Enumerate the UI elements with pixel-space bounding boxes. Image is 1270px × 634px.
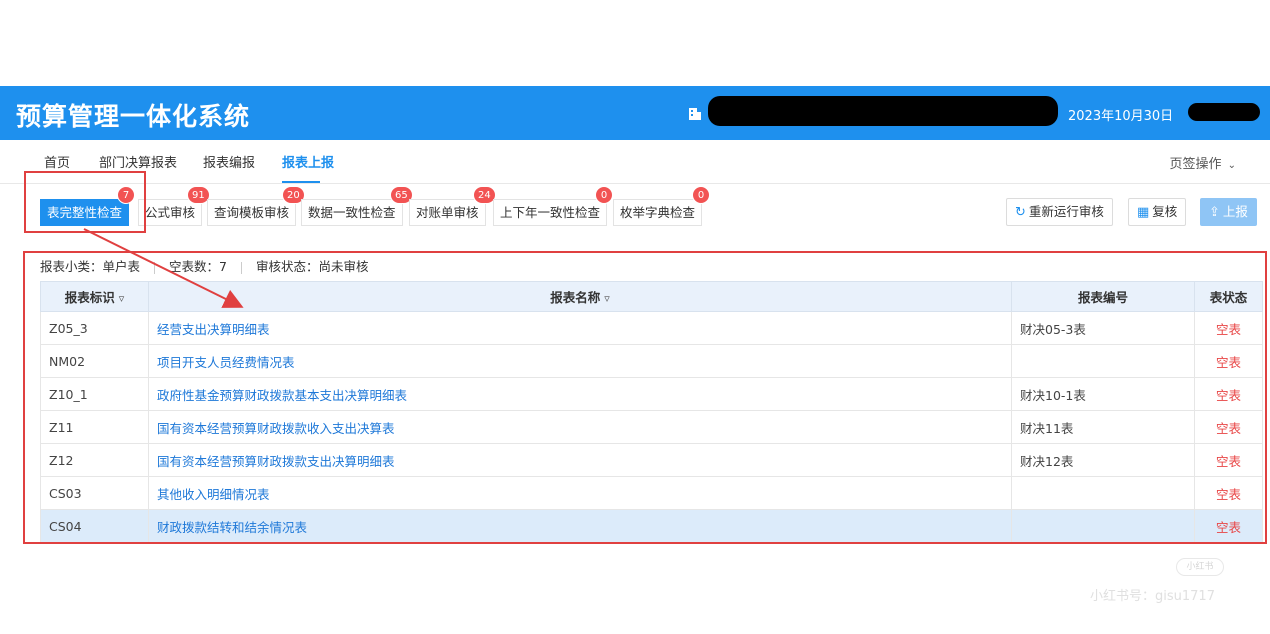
annotation-arrow — [83, 228, 244, 308]
watermark-text: 小红书号：gisu1717 — [1090, 589, 1215, 604]
watermark-badge: 小红书 — [1176, 558, 1224, 576]
page: 预算管理一体化系统 2023年10月30日 首页 部门决算报表 报表编报 报表上… — [0, 0, 1270, 634]
